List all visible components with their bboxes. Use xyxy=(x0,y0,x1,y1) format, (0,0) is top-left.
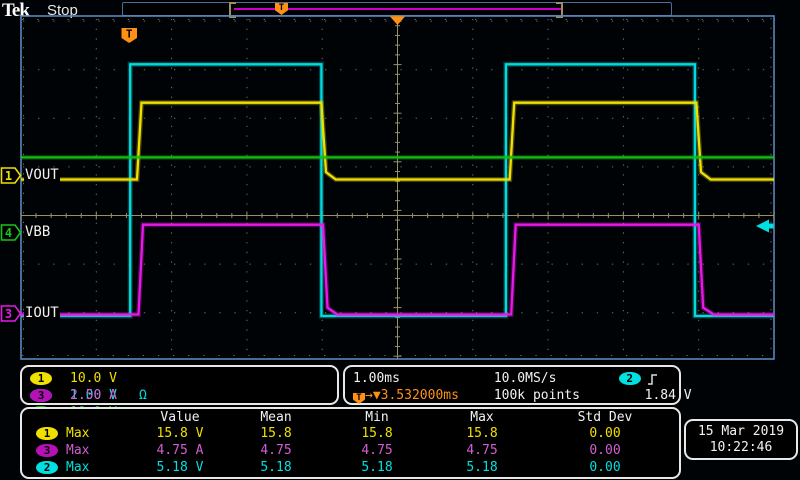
trigger-level-arrow-icon xyxy=(756,220,769,233)
expansion-arrow-icon xyxy=(390,17,405,26)
col-max: Max xyxy=(432,410,532,425)
ch1-badge: 1 xyxy=(30,372,52,385)
measurement-row-ch2: 2Max 5.18 V 5.18 5.18 5.18 0.00 xyxy=(22,459,679,476)
trigger-source-badge: 2 xyxy=(619,372,641,385)
channel-label-vout: VOUT xyxy=(24,168,60,183)
col-value: Value xyxy=(130,410,230,425)
measurement-row-ch1: 1Max 15.8 V 15.8 15.8 15.8 0.00 xyxy=(22,425,679,442)
channel-marker-number: 3 xyxy=(5,307,12,321)
ch1-scale: 110.0 V xyxy=(30,370,190,387)
rising-edge-icon xyxy=(647,372,659,386)
date-text: 15 Mar 2019 xyxy=(686,424,796,440)
measurement-table: Value Mean Min Max Std Dev 1Max 15.8 V 1… xyxy=(20,407,681,479)
delay-trigger-icon: T xyxy=(353,393,365,404)
trigger-delay: T→▼3.532000ms xyxy=(353,387,486,404)
ch3-scale: 32.50 A xyxy=(30,387,190,404)
channel-scale-readout: 110.0 V 21.00 VΩ 32.50 A 410.0 V xyxy=(20,365,339,405)
record-length: 100k points xyxy=(494,387,611,404)
channel-label-iout: IOUT xyxy=(24,306,60,321)
datetime-box: 15 Mar 2019 10:22:46 xyxy=(684,419,798,460)
ch3-badge: 3 xyxy=(30,389,52,402)
col-mean: Mean xyxy=(230,410,322,425)
col-min: Min xyxy=(322,410,432,425)
channel-label-vbb: VBB xyxy=(24,225,51,240)
col-std: Std Dev xyxy=(532,410,678,425)
timebase-scale: 1.00ms xyxy=(353,370,486,387)
measurement-header-row: Value Mean Min Max Std Dev xyxy=(22,410,679,425)
oscilloscope-screen: Tek Stop T 143T VOUT VBB IOUT 110.0 V 21… xyxy=(0,0,800,480)
ch1-badge: 1 xyxy=(36,427,58,440)
trigger-level-arrow-tail xyxy=(768,224,774,229)
trigger-level: 1.84 V xyxy=(619,387,692,404)
channel-marker-number: 4 xyxy=(5,226,12,240)
arrow-right-icon: → xyxy=(365,388,373,403)
ch3-badge: 3 xyxy=(36,444,58,457)
trigger-source: 2 xyxy=(619,370,659,387)
sample-rate: 10.0MS/s xyxy=(494,370,611,387)
time-text: 10:22:46 xyxy=(686,440,796,456)
ch2-badge: 2 xyxy=(36,461,58,474)
measurement-row-ch3: 3Max 4.75 A 4.75 4.75 4.75 0.00 xyxy=(22,442,679,459)
expansion-point-icon: ▼ xyxy=(373,388,381,403)
channel-marker-number: 1 xyxy=(5,169,12,183)
trigger-flag-letter: T xyxy=(126,28,133,41)
timebase-trigger-readout: 1.00ms 10.0MS/s 2 T→▼3.532000ms 100k poi… xyxy=(343,365,681,405)
